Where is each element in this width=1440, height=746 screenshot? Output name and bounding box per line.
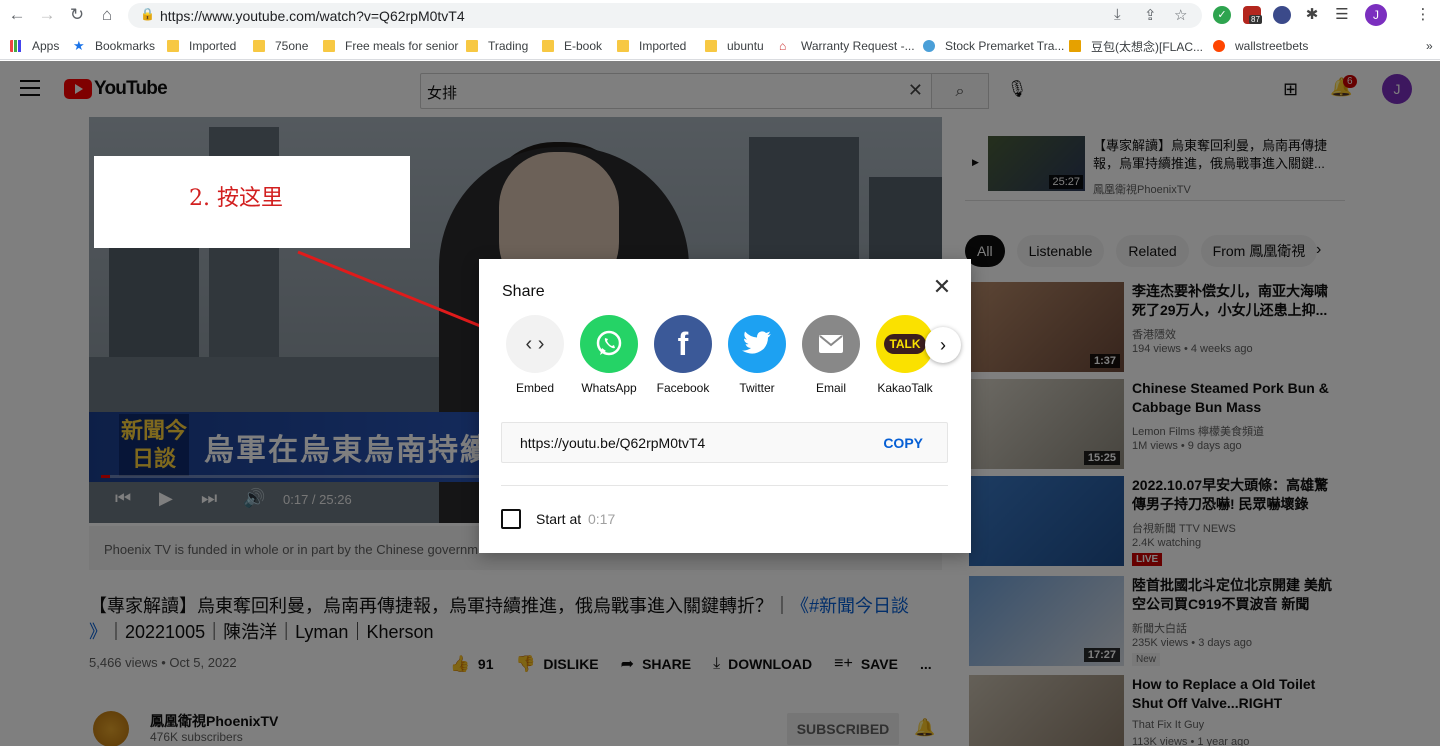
stock-site-icon <box>923 40 935 52</box>
bookmark-reddit[interactable]: wallstreetbets <box>1213 38 1308 54</box>
profile-avatar[interactable]: J <box>1365 4 1387 26</box>
lock-icon: 🔒 <box>140 7 155 21</box>
bookmark-folder[interactable]: Imported <box>617 38 686 54</box>
copy-button[interactable]: COPY <box>883 435 923 451</box>
share-link-field[interactable]: https://youtu.be/Q62rpM0tvT4 COPY <box>501 422 948 463</box>
twitter-icon <box>728 315 786 373</box>
bookmark-bookmarks[interactable]: ★ Bookmarks <box>73 38 155 54</box>
annotation-text: 2. 按这里 <box>189 186 283 211</box>
start-at-label: Start at <box>536 511 582 527</box>
bookmark-folder[interactable]: Imported <box>167 38 236 54</box>
bookmark-folder[interactable]: 75one <box>253 38 308 54</box>
folder-icon <box>323 40 335 52</box>
folder-icon <box>542 40 554 52</box>
apps-grid-icon <box>10 40 22 52</box>
folder-icon <box>617 40 629 52</box>
embed-icon: ‹ › <box>506 315 564 373</box>
reload-icon[interactable]: ↻ <box>66 4 88 26</box>
bookmark-apps[interactable]: Apps <box>10 38 59 54</box>
bookmark-folder[interactable]: Free meals for senior <box>323 38 458 54</box>
email-icon <box>802 315 860 373</box>
reading-list-icon[interactable]: ☰ <box>1331 4 1353 26</box>
extension-badge: 87 <box>1249 15 1262 24</box>
browser-menu-icon[interactable]: ⋮ <box>1412 4 1434 26</box>
install-icon[interactable]: ⤓ <box>1114 6 1121 23</box>
browser-toolbar: ← → ↻ ⌂ 🔒 https://www.youtube.com/watch?… <box>0 0 1440 31</box>
share-link-url[interactable]: https://youtu.be/Q62rpM0tvT4 <box>520 435 705 451</box>
bookmark-folder[interactable]: Trading <box>466 38 528 54</box>
share-dialog-title: Share <box>502 283 545 300</box>
forward-icon[interactable]: → <box>36 4 58 26</box>
bookmark-star-icon[interactable]: ☆ <box>1174 6 1187 24</box>
bookmark-stock[interactable]: Stock Premarket Tra... <box>923 38 1064 54</box>
address-url[interactable]: https://www.youtube.com/watch?v=Q62rpM0t… <box>160 8 465 24</box>
share-option-email[interactable]: Email <box>794 315 868 395</box>
folder-icon <box>466 40 478 52</box>
folder-icon <box>705 40 717 52</box>
bookmarks-overflow[interactable]: » <box>1426 38 1433 54</box>
shield-extension-icon[interactable]: ✓ <box>1213 6 1231 24</box>
home-icon[interactable]: ⌂ <box>96 4 118 26</box>
share-dialog: Share ✕ ‹ › Embed WhatsApp f Facebook Tw… <box>479 259 971 553</box>
reddit-icon <box>1213 40 1225 52</box>
close-icon[interactable]: ✕ <box>931 276 953 298</box>
chevron-right-icon[interactable]: › <box>925 327 961 363</box>
bookmark-warranty[interactable]: ⌂ Warranty Request -... <box>779 38 915 54</box>
colorful-extension-icon[interactable] <box>1273 6 1291 24</box>
house-icon: ⌂ <box>779 39 787 53</box>
bookmark-folder[interactable]: E-book <box>542 38 602 54</box>
bookmarks-bar: Apps ★ Bookmarks Imported 75one Free meal… <box>0 31 1440 60</box>
folder-icon <box>253 40 265 52</box>
back-icon[interactable]: ← <box>6 4 28 26</box>
address-bar[interactable]: 🔒 https://www.youtube.com/watch?v=Q62rpM… <box>128 3 1202 28</box>
facebook-icon: f <box>654 315 712 373</box>
douban-icon <box>1069 40 1081 52</box>
whatsapp-icon <box>580 315 638 373</box>
folder-icon <box>167 40 179 52</box>
share-option-facebook[interactable]: f Facebook <box>646 315 720 395</box>
divider <box>501 485 948 486</box>
bookmark-douban[interactable]: 豆包(太想念)[FLAC... <box>1069 38 1203 54</box>
star-icon: ★ <box>73 38 85 53</box>
share-option-embed[interactable]: ‹ › Embed <box>498 315 572 395</box>
bookmark-folder[interactable]: ubuntu <box>705 38 764 54</box>
annotation-callout: 2. 按这里 <box>94 156 410 248</box>
start-at-checkbox[interactable] <box>501 509 521 529</box>
share-option-whatsapp[interactable]: WhatsApp <box>572 315 646 395</box>
start-at-time[interactable]: 0:17 <box>588 511 615 527</box>
share-option-twitter[interactable]: Twitter <box>720 315 794 395</box>
puzzle-extensions-icon[interactable]: ✱ <box>1301 4 1323 26</box>
share-page-icon[interactable]: ⇪ <box>1144 6 1157 24</box>
